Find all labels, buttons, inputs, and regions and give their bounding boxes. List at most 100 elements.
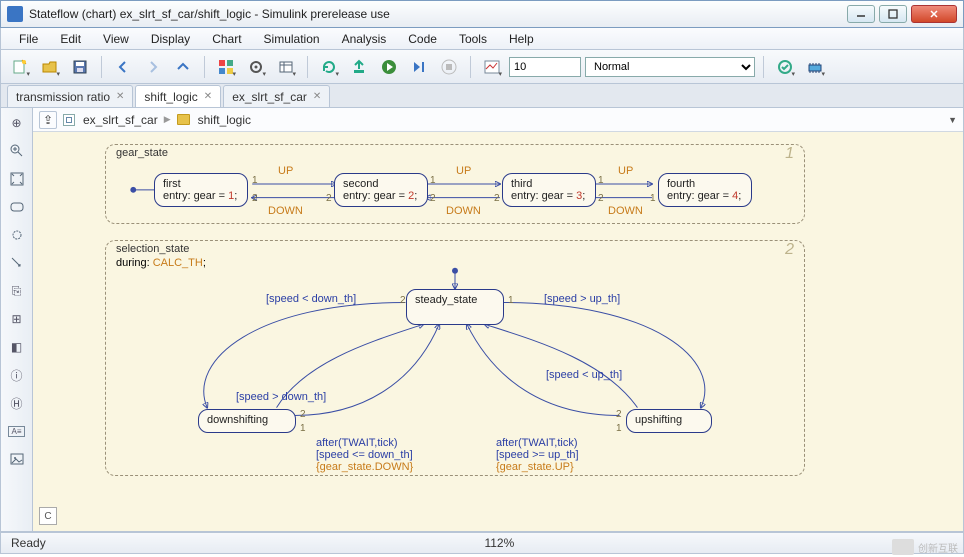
chart-canvas[interactable]: gear_state 1	[33, 132, 963, 531]
action-label: {gear_state.UP}	[496, 461, 574, 473]
superstate-gear-state[interactable]: gear_state 1	[105, 144, 805, 224]
transition-label: DOWN	[608, 205, 643, 217]
forward-button[interactable]	[140, 54, 166, 80]
menu-display[interactable]: Display	[141, 30, 200, 48]
transition-label: UP	[456, 165, 471, 177]
crumb-chart[interactable]: shift_logic	[198, 113, 251, 127]
breadcrumb: ⇪ ex_slrt_sf_car ▶ shift_logic ▼	[33, 108, 963, 132]
state-second[interactable]: second entry: gear = 2;	[334, 173, 428, 207]
menu-file[interactable]: File	[9, 30, 48, 48]
title-bar: Stateflow (chart) ex_slrt_sf_car/shift_l…	[0, 0, 964, 28]
chevron-down-icon[interactable]: ▼	[948, 115, 957, 125]
close-button[interactable]	[911, 5, 957, 23]
status-text: Ready	[11, 536, 46, 550]
up-button[interactable]	[170, 54, 196, 80]
menu-tools[interactable]: Tools	[449, 30, 497, 48]
transition-label: UP	[278, 165, 293, 177]
menu-simulation[interactable]: Simulation	[254, 30, 330, 48]
document-tabs: transmission ratio✕ shift_logic✕ ex_slrt…	[0, 84, 964, 108]
history-icon[interactable]: Ⓗ	[6, 392, 28, 414]
stop-time-input[interactable]	[509, 57, 581, 77]
menu-help[interactable]: Help	[499, 30, 544, 48]
truth-table-icon[interactable]: ⊞	[6, 308, 28, 330]
menu-chart[interactable]: Chart	[202, 30, 251, 48]
close-icon[interactable]: ✕	[313, 91, 321, 102]
app-icon	[7, 6, 23, 22]
maximize-button[interactable]	[879, 5, 907, 23]
hide-browser-icon[interactable]: ⊕	[6, 112, 28, 134]
zoom-in-icon[interactable]	[6, 140, 28, 162]
default-transition-icon[interactable]	[6, 252, 28, 274]
tab-shift-logic[interactable]: shift_logic✕	[135, 85, 221, 107]
open-button[interactable]	[37, 54, 63, 80]
save-button[interactable]	[67, 54, 93, 80]
step-forward-button[interactable]	[406, 54, 432, 80]
tab-transmission-ratio[interactable]: transmission ratio✕	[7, 85, 133, 107]
window-title: Stateflow (chart) ex_slrt_sf_car/shift_l…	[29, 7, 847, 21]
model-icon	[63, 114, 75, 126]
state-fourth[interactable]: fourth entry: gear = 4;	[658, 173, 752, 207]
toolbar: Normal	[0, 50, 964, 84]
build-button[interactable]	[346, 54, 372, 80]
menu-code[interactable]: Code	[398, 30, 447, 48]
transition-label: UP	[618, 165, 633, 177]
crumb-model[interactable]: ex_slrt_sf_car	[83, 113, 158, 127]
zoom-level[interactable]: 112%	[484, 536, 514, 550]
hardware-button[interactable]	[802, 54, 828, 80]
fit-to-view-icon[interactable]	[6, 168, 28, 190]
state-downshifting[interactable]: downshifting	[198, 409, 296, 433]
state-tool-icon[interactable]	[6, 196, 28, 218]
simulation-mode-select[interactable]: Normal	[585, 57, 755, 77]
menu-view[interactable]: View	[93, 30, 139, 48]
action-label: {gear_state.DOWN}	[316, 461, 413, 473]
watermark: 创新互联	[892, 539, 958, 555]
state-steady[interactable]: steady_state	[406, 289, 504, 325]
run-button[interactable]	[376, 54, 402, 80]
state-third[interactable]: third entry: gear = 3;	[502, 173, 596, 207]
watermark-icon	[892, 539, 914, 555]
state-label: selection_state	[116, 243, 189, 255]
state-label: gear_state	[116, 147, 168, 159]
library-browser-button[interactable]	[213, 54, 239, 80]
box-tool-icon[interactable]: ◧	[6, 336, 28, 358]
state-first[interactable]: first entry: gear = 1;	[154, 173, 248, 207]
model-config-button[interactable]	[243, 54, 269, 80]
state-upshifting[interactable]: upshifting	[626, 409, 712, 433]
transition-label: DOWN	[268, 205, 303, 217]
annotation-icon[interactable]: A≡	[6, 420, 28, 442]
after-label: after(TWAIT,tick)	[316, 437, 397, 449]
guard-label: [speed > up_th]	[544, 293, 620, 305]
close-icon[interactable]: ✕	[116, 91, 124, 102]
function-tool-icon[interactable]: ⎘	[6, 280, 28, 302]
junction-tool-icon[interactable]	[6, 224, 28, 246]
priority-badge: 1	[785, 145, 794, 163]
data-inspector-button[interactable]	[479, 54, 505, 80]
image-icon[interactable]	[6, 448, 28, 470]
status-bar: Ready 112%	[0, 532, 964, 554]
model-explorer-button[interactable]	[273, 54, 299, 80]
stop-button[interactable]	[436, 54, 462, 80]
menu-bar: File Edit View Display Chart Simulation …	[0, 28, 964, 50]
update-diagram-button[interactable]	[316, 54, 342, 80]
transition-label: DOWN	[446, 205, 481, 217]
back-button[interactable]	[110, 54, 136, 80]
guard-label: [speed >= up_th]	[496, 449, 579, 461]
minimize-button[interactable]	[847, 5, 875, 23]
menu-analysis[interactable]: Analysis	[332, 30, 397, 48]
guard-label: [speed <= down_th]	[316, 449, 413, 461]
menu-edit[interactable]: Edit	[50, 30, 91, 48]
tab-ex-slrt-sf-car[interactable]: ex_slrt_sf_car✕	[223, 85, 330, 107]
nav-up-icon[interactable]: ⇪	[39, 111, 57, 129]
folder-icon	[177, 114, 190, 125]
palette: ⊕ ⎘ ⊞ ◧ ⓘ Ⓗ A≡	[1, 108, 33, 531]
priority-badge: 2	[785, 241, 794, 259]
copyright-badge: C	[39, 507, 57, 525]
simfunc-tool-icon[interactable]: ⓘ	[6, 364, 28, 386]
superstate-selection-state[interactable]: selection_state during: CALC_TH; 2	[105, 240, 805, 476]
new-button[interactable]	[7, 54, 33, 80]
after-label: after(TWAIT,tick)	[496, 437, 577, 449]
checkmark-button[interactable]	[772, 54, 798, 80]
close-icon[interactable]: ✕	[204, 91, 212, 102]
guard-label: [speed > down_th]	[236, 391, 326, 403]
guard-label: [speed < down_th]	[266, 293, 356, 305]
